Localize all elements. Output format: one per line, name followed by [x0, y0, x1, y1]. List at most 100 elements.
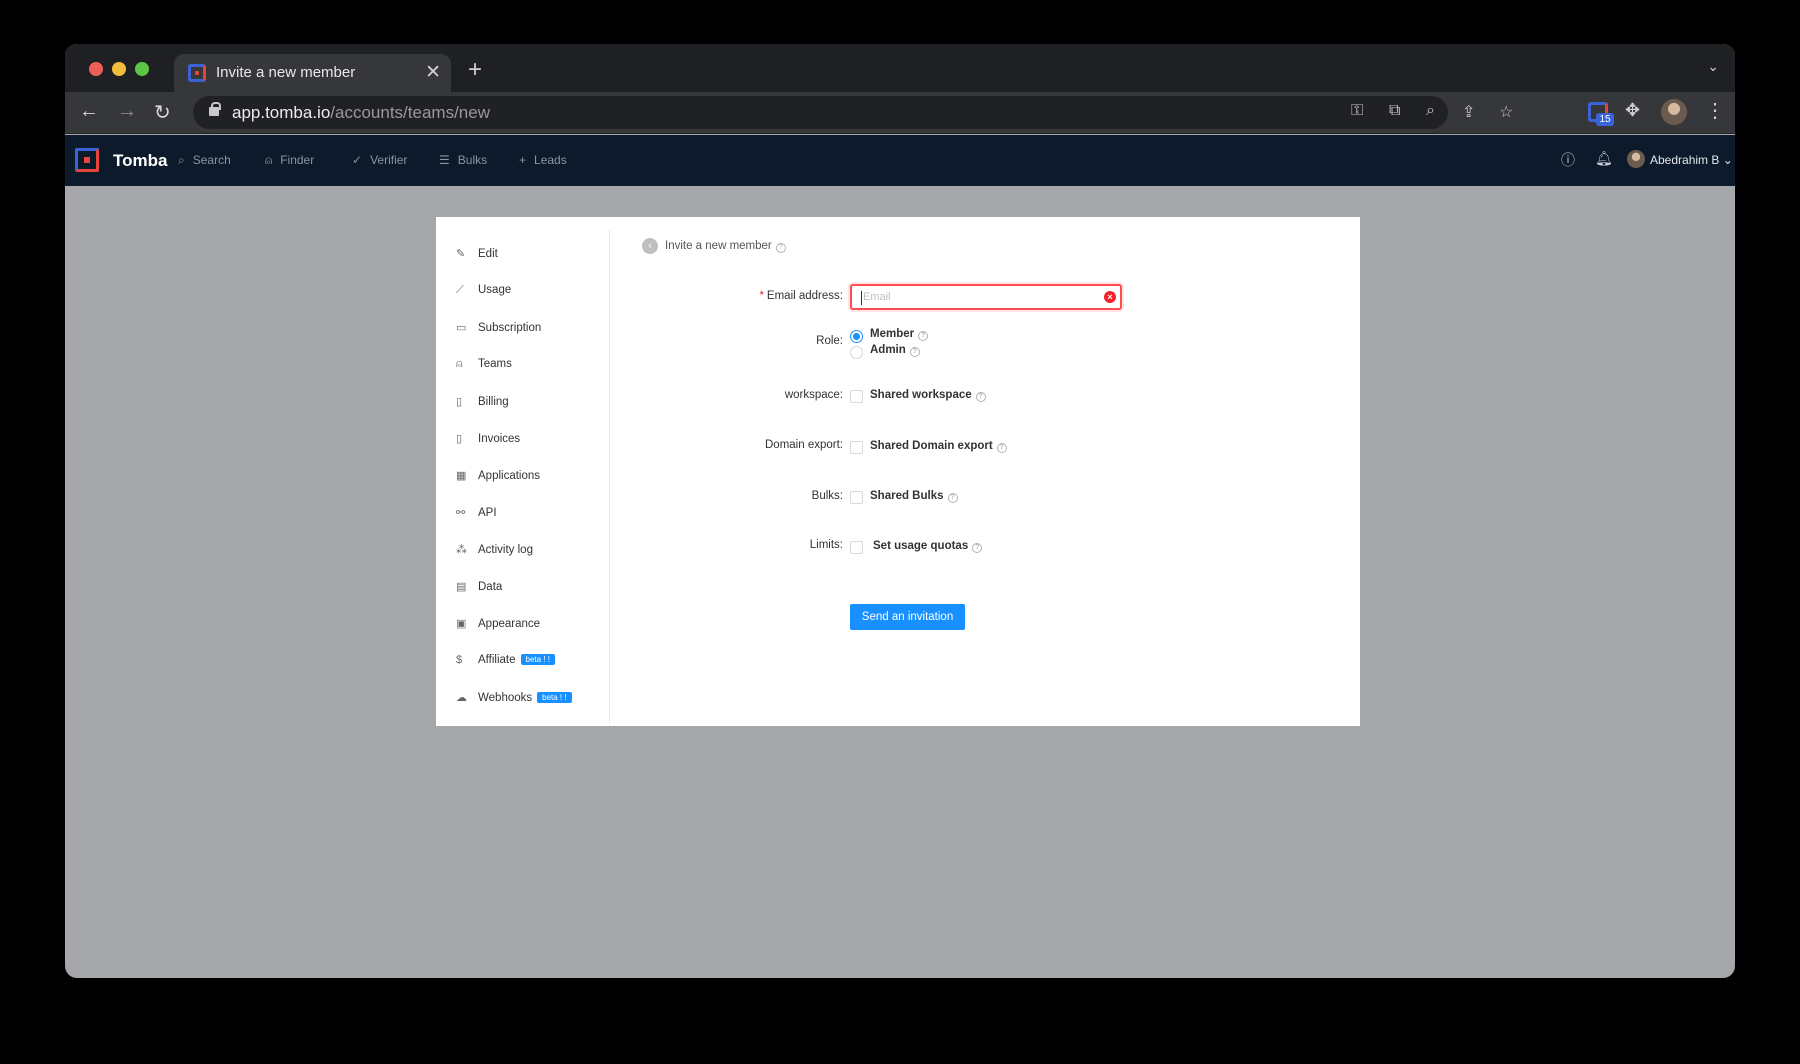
text-caret	[861, 291, 862, 305]
search-icon: ⌕	[178, 153, 185, 167]
address-bar[interactable]: app.tomba.io/accounts/teams/new ⚿ ⧉ ⌕ ⇪ …	[193, 96, 1513, 129]
shared-domain-export-label[interactable]: Shared Domain export?	[870, 440, 1007, 453]
sidebar-item-activity-log[interactable]: ⁂ Activity log	[456, 543, 533, 563]
page-title: Invite a new member?	[665, 240, 786, 253]
maximize-window-button[interactable]	[135, 62, 149, 76]
shared-workspace-checkbox[interactable]	[850, 390, 863, 403]
sidebar-item-affiliate[interactable]: $ Affiliate beta ! !	[456, 654, 555, 674]
shared-bulks-checkbox[interactable]	[850, 491, 863, 504]
user-icon: ⍝	[265, 153, 273, 167]
minimize-window-button[interactable]	[112, 62, 126, 76]
sidebar-item-applications[interactable]: ▦ Applications	[456, 469, 540, 489]
set-usage-quotas-label[interactable]: Set usage quotas?	[873, 540, 983, 553]
activity-icon: ⁂	[456, 544, 467, 556]
open-external-icon[interactable]: ⧉	[1389, 102, 1400, 120]
error-clear-icon[interactable]: ×	[1104, 291, 1116, 303]
edit-icon: ✎	[456, 248, 466, 260]
sidebar-item-subscription[interactable]: ▭ Subscription	[456, 321, 541, 341]
limits-label: Limits:	[809, 539, 843, 551]
role-admin-label[interactable]: Admin?	[870, 344, 920, 357]
question-icon: ?	[972, 543, 983, 553]
extension-badge: 15	[1596, 113, 1614, 126]
brand-name[interactable]: Tomba	[113, 151, 167, 171]
api-icon: ⚯	[456, 507, 466, 519]
new-tab-icon[interactable]: +	[468, 56, 482, 84]
tab-title: Invite a new member	[216, 64, 356, 81]
question-icon: ?	[947, 493, 958, 503]
lock-icon	[209, 102, 221, 116]
browser-window: Invite a new member ✕ + ⌄ ← → ↻ app.tomb…	[65, 44, 1735, 978]
reload-icon[interactable]: ↻	[154, 100, 171, 125]
bell-icon[interactable]: 🔔︎	[1595, 150, 1613, 167]
send-invitation-button[interactable]: Send an invitation	[850, 604, 965, 630]
close-tab-icon[interactable]: ✕	[425, 61, 441, 84]
sidebar-item-teams[interactable]: ⍝ Teams	[456, 358, 512, 378]
nav-verifier[interactable]: ✓ Verifier	[352, 153, 407, 167]
sidebar-item-edit[interactable]: ✎ Edit	[456, 247, 498, 267]
url-text: app.tomba.io/accounts/teams/new	[232, 103, 490, 122]
extensions-puzzle-icon[interactable]: ✥	[1625, 100, 1640, 121]
sidebar-item-webhooks[interactable]: ☁ Webhooks beta ! !	[456, 691, 572, 711]
database-icon: ▤	[456, 581, 467, 593]
beta-badge: beta ! !	[520, 654, 555, 665]
set-usage-quotas-checkbox[interactable]	[850, 541, 863, 554]
user-menu[interactable]: Abedrahim B ⌄	[1650, 153, 1733, 167]
sidebar-item-usage[interactable]: ⟋ Usage	[456, 284, 511, 304]
question-icon: ?	[918, 331, 929, 341]
user-avatar[interactable]	[1627, 150, 1645, 168]
bookmark-star-icon[interactable]: ☆	[1499, 102, 1513, 122]
close-window-button[interactable]	[89, 62, 103, 76]
dollar-icon: $	[456, 654, 463, 666]
sidebar-item-api[interactable]: ⚯ API	[456, 506, 497, 526]
document-icon: ▯	[456, 433, 463, 445]
role-label: Role:	[816, 335, 843, 347]
role-member-label[interactable]: Member?	[870, 328, 929, 341]
question-icon: ?	[996, 443, 1007, 453]
sidebar-item-appearance[interactable]: ▣ Appearance	[456, 617, 540, 637]
tab-search-chevron-icon[interactable]: ⌄	[1707, 58, 1719, 75]
shared-domain-export-checkbox[interactable]	[850, 441, 863, 454]
shared-bulks-label[interactable]: Shared Bulks?	[870, 490, 958, 503]
beta-badge: beta ! !	[537, 692, 572, 703]
help-icon[interactable]: ⓘ	[1561, 150, 1575, 170]
browser-toolbar: ← → ↻ app.tomba.io/accounts/teams/new ⚿ …	[65, 92, 1735, 134]
tomba-logo-icon[interactable]	[75, 148, 99, 172]
role-member-radio[interactable]	[850, 330, 863, 343]
email-field[interactable]: Email ×	[850, 284, 1122, 310]
settings-card: ✎ Edit ⟋ Usage ▭ Subscription ⍝ Teams ▯ Billi…	[436, 217, 1360, 726]
share-icon[interactable]: ⇪	[1462, 102, 1475, 122]
domain-export-label: Domain export:	[765, 439, 843, 451]
browser-tab[interactable]: Invite a new member ✕	[174, 54, 451, 92]
apps-icon: ▦	[456, 470, 467, 482]
webhook-icon: ☁	[456, 692, 467, 704]
shared-workspace-label[interactable]: Shared workspace?	[870, 389, 986, 402]
browser-menu-icon[interactable]: ⋮	[1705, 98, 1725, 123]
tomba-favicon-icon	[188, 64, 206, 82]
plus-icon: +	[519, 153, 527, 167]
profile-avatar[interactable]	[1661, 99, 1687, 125]
check-icon: ✓	[352, 153, 363, 167]
tab-strip: Invite a new member ✕ + ⌄	[65, 44, 1735, 92]
question-icon: ?	[975, 392, 986, 402]
nav-bulks[interactable]: ☰ Bulks	[439, 153, 487, 167]
password-key-icon[interactable]: ⚿	[1351, 102, 1363, 120]
file-icon: ▯	[456, 396, 463, 408]
role-admin-radio[interactable]	[850, 346, 863, 359]
back-arrow-icon[interactable]: ‹	[642, 238, 658, 254]
chart-icon: ⟋	[456, 284, 464, 296]
nav-search[interactable]: ⌕ Search	[178, 153, 231, 168]
nav-leads[interactable]: + Leads	[519, 153, 567, 167]
chevron-down-icon: ⌄	[1722, 153, 1733, 167]
sidebar-item-data[interactable]: ▤ Data	[456, 580, 502, 600]
layout-icon: ▣	[456, 618, 467, 630]
settings-sidebar: ✎ Edit ⟋ Usage ▭ Subscription ⍝ Teams ▯ Billi…	[436, 230, 610, 724]
team-icon: ⍝	[456, 358, 463, 370]
sidebar-item-invoices[interactable]: ▯ Invoices	[456, 432, 520, 452]
sidebar-item-billing[interactable]: ▯ Billing	[456, 395, 509, 415]
forward-icon[interactable]: →	[117, 100, 137, 123]
back-icon[interactable]: ←	[79, 100, 99, 123]
nav-finder[interactable]: ⍝ Finder	[265, 153, 314, 168]
zoom-icon[interactable]: ⌕	[1426, 102, 1435, 120]
question-icon: ?	[775, 243, 786, 253]
workspace-label: workspace:	[784, 389, 843, 401]
